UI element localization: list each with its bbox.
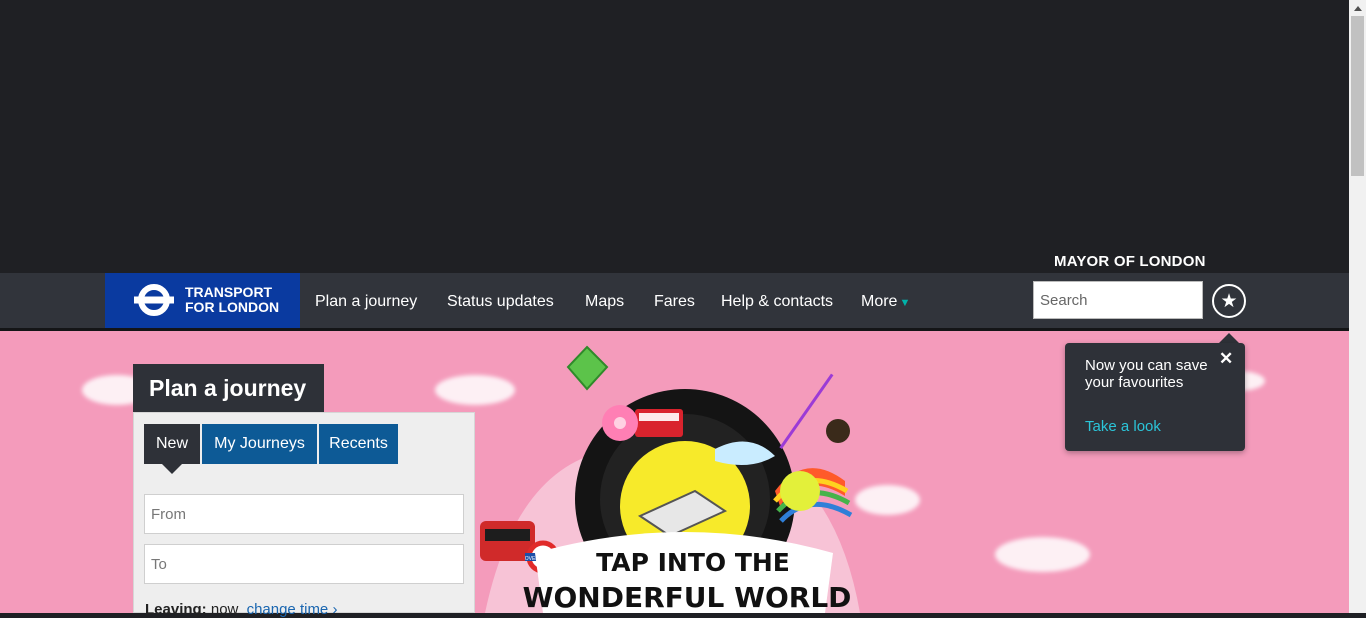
nav-more-label: More (861, 293, 898, 310)
mayor-of-london-label: MAYOR OF LONDON (1054, 253, 1206, 270)
close-icon[interactable]: ✕ (1219, 349, 1233, 369)
tab-new[interactable]: New (144, 424, 200, 464)
tab-my-journeys[interactable]: My Journeys (202, 424, 317, 464)
star-icon: ★ (1220, 290, 1238, 312)
logo-line-2: FOR LONDON (185, 299, 280, 315)
tooltip-pointer (1219, 333, 1239, 343)
promo-headline-line-2: WONDERFUL WORLD (523, 581, 852, 613)
nav-fares[interactable]: Fares (654, 293, 695, 311)
nav-more[interactable]: More ▼ (861, 293, 910, 311)
promo-illustration: OVERGROUND TAP INTO THE WONDERFUL WORLD (480, 345, 860, 614)
change-time-label: change time (246, 601, 329, 618)
leaving-label: Leaving: (145, 601, 207, 618)
promo-artwork[interactable]: OVERGROUND TAP INTO THE WONDERFUL WORLD (475, 331, 870, 614)
promo-headline-line-1: TAP INTO THE (596, 548, 790, 577)
logo-line-1: TRANSPORT (185, 284, 273, 300)
chevron-right-icon: › (332, 601, 338, 618)
leaving-value: now (210, 601, 239, 618)
search-input[interactable] (1033, 281, 1203, 319)
active-tab-indicator (162, 464, 182, 474)
chevron-down-icon: ▼ (899, 297, 911, 309)
nav-help-contacts[interactable]: Help & contacts (721, 293, 833, 311)
take-a-look-link[interactable]: Take a look (1085, 418, 1161, 435)
tfl-logo-link[interactable]: TRANSPORT FOR LONDON (105, 273, 300, 328)
scrollbar-thumb[interactable] (1351, 16, 1364, 176)
tooltip-message: Now you can save your favourites (1085, 357, 1208, 391)
to-input[interactable] (144, 544, 464, 584)
top-banner-area (0, 0, 1349, 273)
change-time-link[interactable]: change time › (247, 601, 338, 618)
nav-plan-a-journey[interactable]: Plan a journey (315, 293, 417, 311)
tfl-logo-text: TRANSPORT FOR LONDON (185, 285, 279, 315)
cloud-decoration (995, 537, 1090, 572)
tab-recents[interactable]: Recents (319, 424, 398, 464)
favourites-tooltip: Now you can save your favourites Take a … (1065, 343, 1245, 451)
favourites-button[interactable]: ★ (1212, 284, 1246, 318)
scroll-up-icon[interactable] (1349, 0, 1366, 16)
leaving-row: Leaving: now change time › (145, 601, 337, 618)
arrow-up-icon (1353, 6, 1362, 11)
nav-status-updates[interactable]: Status updates (447, 293, 554, 311)
nav-maps[interactable]: Maps (585, 293, 624, 311)
from-input[interactable] (144, 494, 464, 534)
tfl-roundel-icon (134, 284, 174, 316)
planner-title: Plan a journey (133, 364, 324, 412)
